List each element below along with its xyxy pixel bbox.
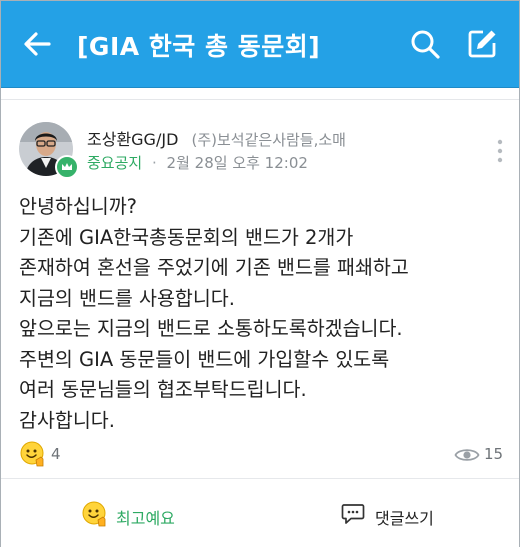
search-icon[interactable]: [409, 28, 441, 60]
post-line: 감사합니다.: [19, 408, 115, 432]
post-line: 주변의 GIA 동문들이 밴드에 가입할수 있도록: [19, 347, 390, 371]
more-options-icon[interactable]: [493, 138, 507, 164]
post-line: 존재하여 혼선을 주었기에 기존 밴드를 패쇄하고: [19, 256, 409, 279]
reaction-count[interactable]: 4: [51, 445, 61, 463]
back-arrow-icon[interactable]: [21, 28, 53, 60]
band-title: [GIA 한국 총 동문회]: [77, 32, 321, 61]
post-line: 기존에 GIA한국총동문회의 밴드가 2개가: [19, 225, 354, 249]
eye-icon: [454, 446, 480, 464]
post-line: 여러 동문님들의 협조부탁드립니다.: [19, 378, 307, 401]
action-divider: [1, 478, 519, 479]
notice-tag: 중요공지: [87, 154, 143, 172]
app-bar: [GIA 한국 총 동문회]: [1, 1, 519, 88]
comment-button[interactable]: 댓글쓰기: [331, 498, 501, 534]
post-time: 2월 28일 오후 12:02: [166, 154, 308, 172]
post-body: 안녕하십니까? 기존에 GIA한국총동문회의 밴드가 2개가 존재하여 혼선을 …: [19, 192, 509, 436]
author-name[interactable]: 조상환GG/JD: [87, 130, 178, 149]
edit-icon[interactable]: [466, 28, 498, 60]
author-line: 조상환GG/JD (주)보석같은사람들,소매: [87, 126, 346, 150]
post-meta: 중요공지 · 2월 28일 오후 12:02: [87, 152, 308, 173]
post-card: 조상환GG/JD (주)보석같은사람들,소매 중요공지 · 2월 28일 오후 …: [1, 99, 519, 547]
like-button[interactable]: 최고예요: [61, 498, 231, 534]
like-label: 최고예요: [116, 509, 175, 528]
leader-crown-icon: [55, 155, 79, 179]
meta-separator: ·: [151, 154, 157, 172]
post-line: 안녕하십니까?: [19, 195, 137, 218]
post-line: 앞으로는 지금의 밴드로 소통하도록하겠습니다.: [19, 317, 403, 340]
view-count: 15: [484, 445, 504, 463]
comment-label: 댓글쓰기: [375, 509, 434, 528]
post-line: 지금의 밴드를 사용합니다.: [19, 286, 235, 310]
app-frame: [GIA 한국 총 동문회] 조상환GG/JD (주)보석같은사람들,소매 중요…: [0, 0, 520, 547]
author-company: (주)보석같은사람들,소매: [191, 131, 346, 149]
like-emoji-icon: [81, 500, 109, 528]
smile-emoji-icon[interactable]: [19, 440, 47, 468]
comment-bubble-icon: [341, 503, 365, 525]
